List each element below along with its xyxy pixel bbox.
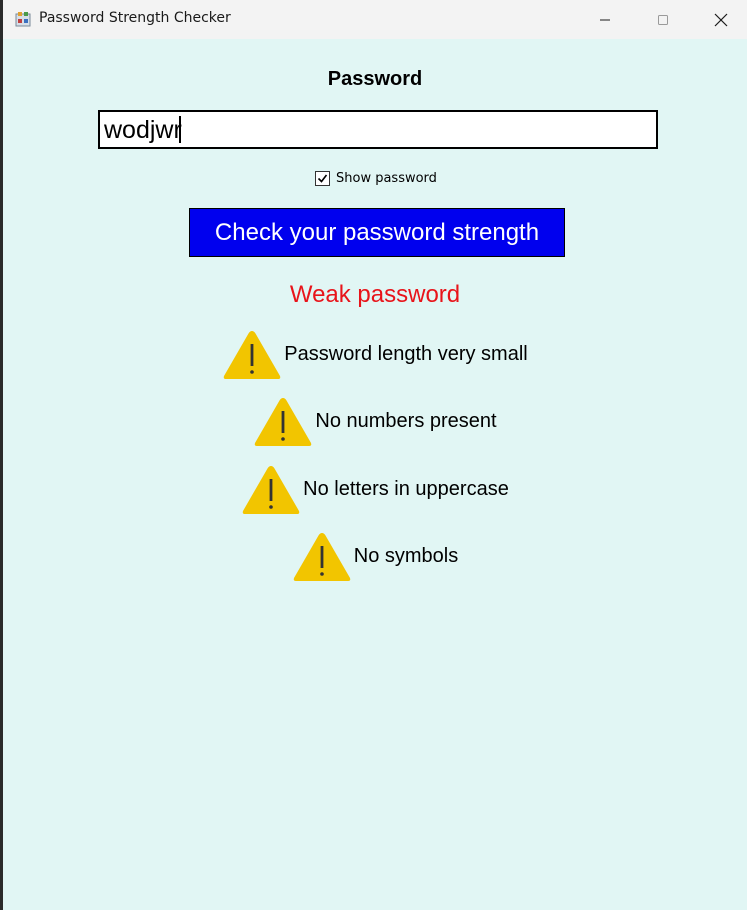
warning-icon [293, 533, 350, 581]
title-bar[interactable]: Password Strength Checker [3, 0, 747, 39]
warning-text: No symbols [353, 544, 459, 567]
warning-item: No letters in uppercase [3, 464, 747, 516]
warning-text: Password length very small [284, 342, 528, 365]
warning-item: No numbers present [3, 396, 747, 448]
show-password-row[interactable]: Show password [315, 171, 437, 186]
window-title: Password Strength Checker [39, 10, 231, 26]
show-password-label[interactable]: Show password [336, 171, 437, 186]
password-input[interactable]: wodjwr [98, 110, 658, 149]
warning-item: No symbols [3, 531, 747, 583]
show-password-checkbox[interactable] [315, 171, 330, 186]
minimize-icon [600, 19, 610, 20]
password-text: wodjwr [104, 116, 182, 144]
close-icon [714, 13, 728, 26]
warning-item: Password length very small [3, 329, 747, 381]
minimize-button[interactable] [576, 0, 634, 39]
close-button[interactable] [692, 0, 747, 39]
check-strength-button[interactable]: Check your password strength [189, 208, 565, 257]
app-icon [15, 12, 31, 27]
warning-text: No numbers present [315, 409, 497, 432]
text-caret [178, 116, 181, 143]
warning-icon [242, 466, 300, 514]
maximize-icon [658, 14, 668, 25]
warning-icon [224, 331, 281, 379]
password-label: Password [327, 68, 423, 90]
warning-icon [255, 398, 312, 446]
password-value: wodjwr [104, 116, 182, 145]
app-window: Password Strength Checker Password wodjw… [3, 0, 747, 910]
maximize-button[interactable] [634, 0, 692, 39]
checkmark-icon [317, 174, 328, 183]
result-text: Weak password [289, 281, 461, 308]
warning-text: No letters in uppercase [303, 477, 509, 500]
